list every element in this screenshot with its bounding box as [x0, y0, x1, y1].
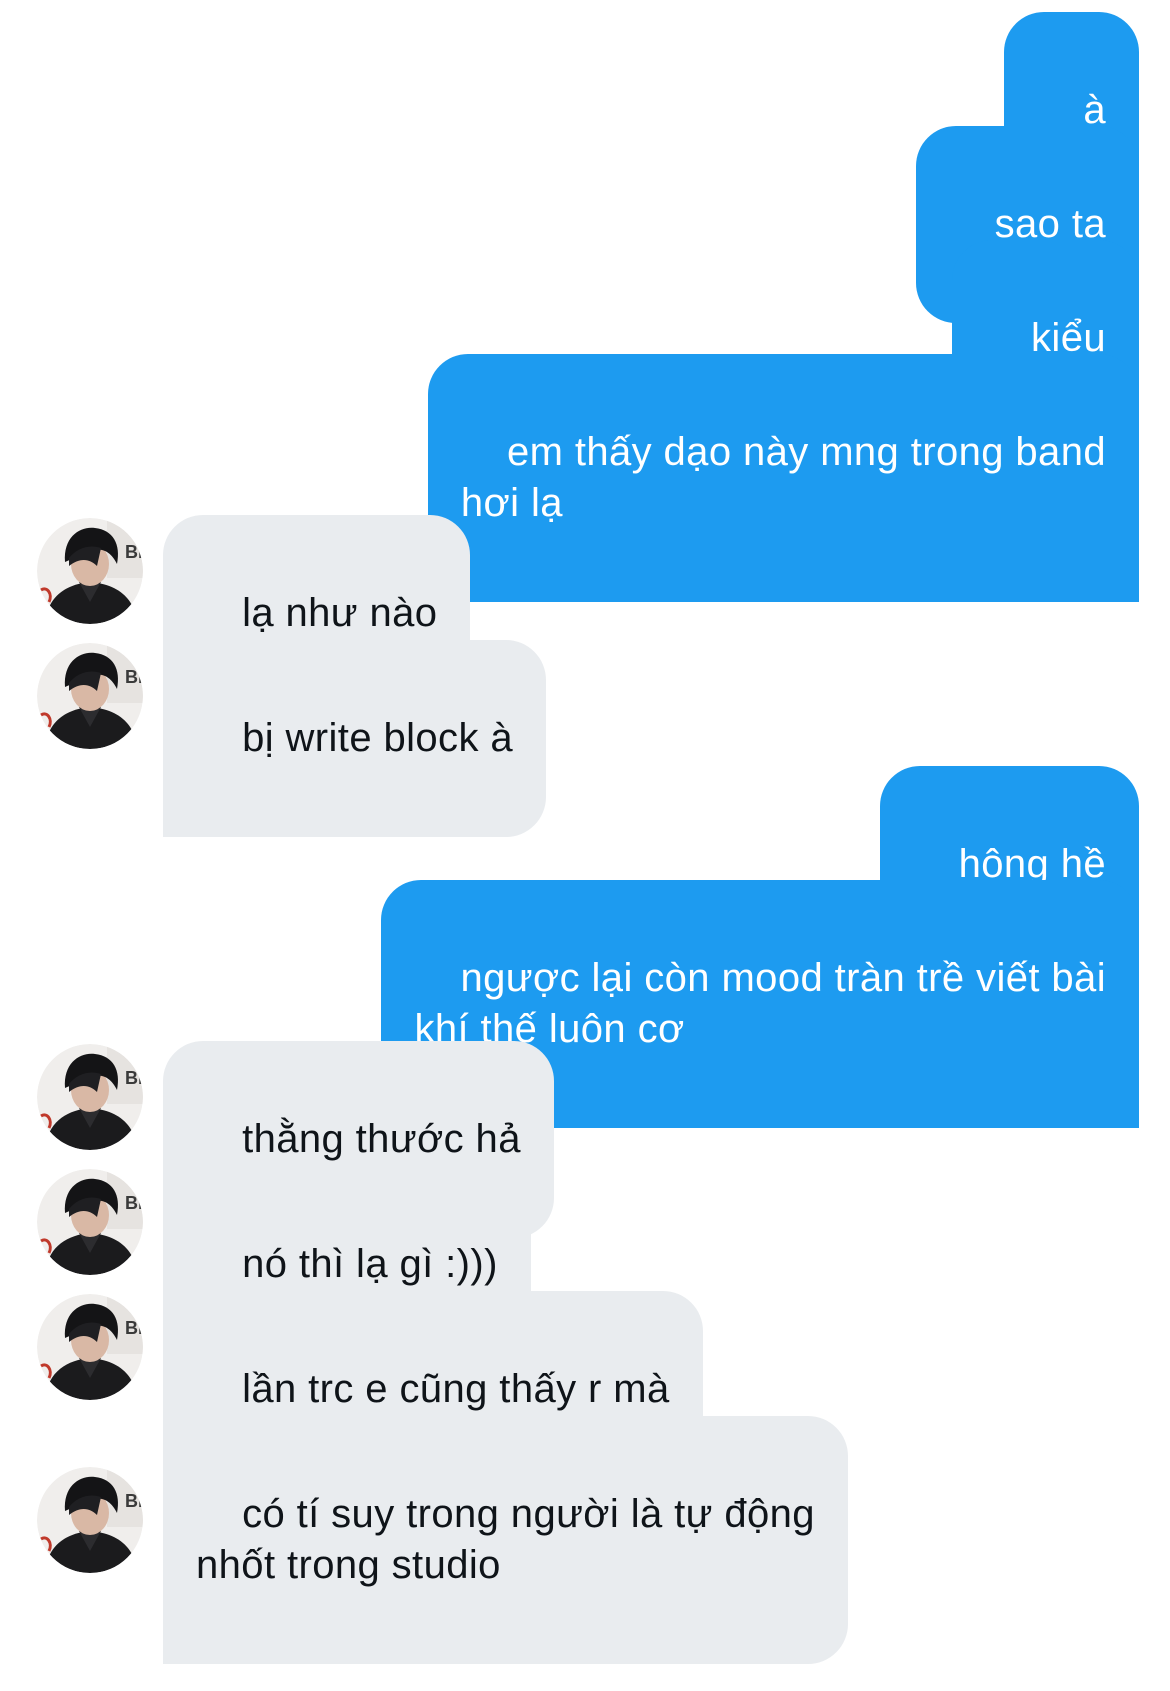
contact-avatar-icon[interactable]: [37, 1294, 143, 1400]
message-thread: à sao ta kiểu em thấy dạo này mng trong …: [0, 0, 1170, 1691]
message-text: ngược lại còn mood tràn trề viết bài khí…: [414, 956, 1106, 1051]
message-text: lạ như nào: [242, 591, 438, 635]
message-text: lần trc e cũng thấy r mà: [242, 1367, 670, 1411]
message-text: có tí suy trong người là tự động nhốt tr…: [196, 1492, 815, 1587]
message-text: em thấy dạo này mng trong band hơi lạ: [460, 430, 1106, 525]
message-text: bị write block à: [242, 716, 514, 760]
message-text: nó thì lạ gì :))): [242, 1242, 498, 1286]
message-text: thằng thước hả: [242, 1117, 521, 1161]
message-bubble-sent[interactable]: em thấy dạo này mng trong band hơi lạ: [427, 354, 1139, 602]
contact-avatar-icon[interactable]: [37, 1044, 143, 1150]
message-bubble-received[interactable]: có tí suy trong người là tự động nhốt tr…: [163, 1416, 848, 1664]
contact-avatar-icon[interactable]: [37, 1467, 143, 1573]
contact-avatar-icon[interactable]: [37, 518, 143, 624]
contact-avatar-icon[interactable]: [37, 643, 143, 749]
message-bubble-received[interactable]: bị write block à: [163, 640, 547, 837]
contact-avatar-icon[interactable]: [37, 1169, 143, 1275]
